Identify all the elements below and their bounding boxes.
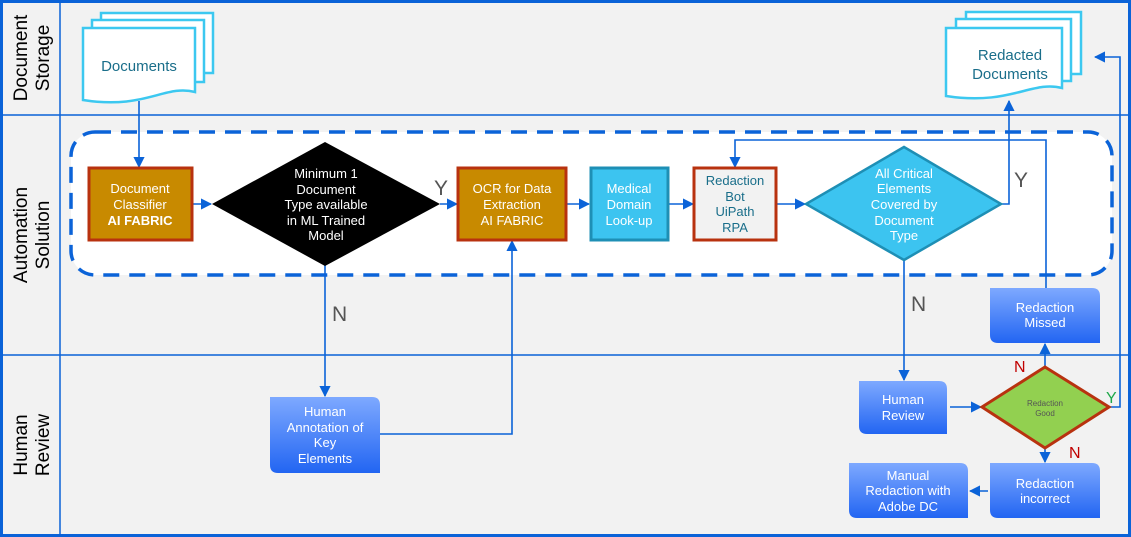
lane-label-human-review: HumanReview <box>11 414 54 477</box>
node-text: Redaction incorrect <box>1016 476 1075 506</box>
document-classifier-node[interactable]: Document Classifier AI FABRIC <box>87 166 194 242</box>
documents-node[interactable]: Documents <box>81 11 215 104</box>
edge-label-yes: Y <box>434 177 448 200</box>
edge-label-no: N <box>332 303 347 326</box>
node-text: OCR for Data Extraction AI FABRIC <box>473 181 553 228</box>
redacted-documents-node[interactable]: Redacted Documents <box>944 10 1083 100</box>
redaction-bot-node[interactable]: Redaction Bot UiPath RPA <box>692 166 778 242</box>
node-text: Medical Domain Look-up <box>606 181 653 228</box>
lane-label-automation-solution: AutomationSolution <box>11 187 54 283</box>
medical-lookup-node[interactable]: Medical Domain Look-up <box>589 166 670 242</box>
redaction-missed-node[interactable]: Redaction Missed <box>990 288 1100 343</box>
human-annotation-node[interactable]: Human Annotation of Key Elements <box>270 397 380 473</box>
edge-label-no: N <box>1069 445 1081 462</box>
redaction-incorrect-node[interactable]: Redaction incorrect <box>990 463 1100 518</box>
lane-label-document-storage: DocumentStorage <box>11 14 54 101</box>
node-text: Document Classifier AI FABRIC <box>108 181 174 228</box>
edge-label-yes: Y <box>1014 169 1028 192</box>
edge-label-no: N <box>911 293 926 316</box>
redaction-workflow-diagram: DocumentStorage AutomationSolution Human… <box>0 0 1131 537</box>
node-text: Human Review <box>882 392 925 423</box>
human-review-node[interactable]: Human Review <box>859 381 947 434</box>
node-text: Redaction Missed <box>1016 300 1075 330</box>
node-text: Documents <box>101 58 177 75</box>
edge-label-no: N <box>1014 359 1026 376</box>
edge-label-yes: Y <box>1106 390 1117 407</box>
manual-redaction-node[interactable]: Manual Redaction with Adobe DC <box>849 463 968 518</box>
ocr-node[interactable]: OCR for Data Extraction AI FABRIC <box>456 166 568 242</box>
